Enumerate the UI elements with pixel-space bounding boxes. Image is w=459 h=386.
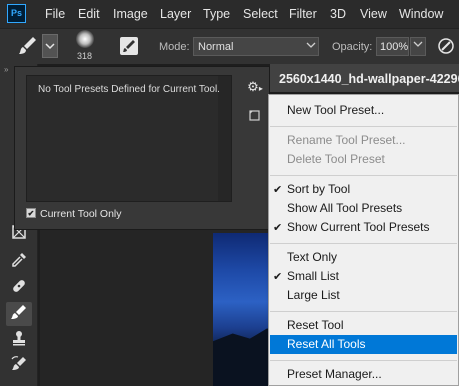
menu-separator <box>270 360 457 361</box>
menu-item-show-all-tool-presets[interactable]: Show All Tool Presets <box>287 199 457 218</box>
menu-item-preset-manager[interactable]: Preset Manager... <box>287 365 457 384</box>
menu-type[interactable]: Type <box>203 7 230 21</box>
brush-size-value: 318 <box>77 51 93 61</box>
opacity-value: 100% <box>380 41 409 53</box>
tool-preset-dropdown[interactable] <box>42 34 58 58</box>
menu-item-delete-tool-preset[interactable]: Delete Tool Preset <box>287 150 457 169</box>
menu-item-small-list[interactable]: Small List <box>287 267 457 286</box>
brush-tool[interactable] <box>6 302 32 326</box>
opacity-label: Opacity: <box>332 41 373 53</box>
menu-separator <box>270 175 457 176</box>
menu-item-sort-by-tool[interactable]: Sort by Tool <box>287 180 457 199</box>
checkmark-icon: ✔ <box>27 209 35 218</box>
brush-icon <box>19 37 36 54</box>
current-tool-only-checkbox[interactable]: ✔ <box>26 208 36 218</box>
bandage-icon <box>13 280 25 292</box>
history-brush-tool[interactable] <box>6 354 32 378</box>
preset-empty-message: No Tool Presets Defined for Current Tool… <box>38 84 220 95</box>
menu-separator <box>270 243 457 244</box>
opacity-slider-dropdown[interactable] <box>410 37 426 56</box>
menu-item-reset-all-tools[interactable]: Reset All Tools <box>287 335 457 354</box>
menu-separator <box>270 126 457 127</box>
menu-select[interactable]: Select <box>243 7 278 21</box>
healing-brush-tool[interactable] <box>6 276 32 300</box>
eyedropper-icon <box>12 253 26 267</box>
menu-filter[interactable]: Filter <box>289 7 317 21</box>
chevron-down-icon <box>413 41 423 47</box>
panel-menu-button[interactable]: ⚙▸ <box>243 77 267 97</box>
pen-pressure-icon <box>438 38 454 54</box>
menu-item-rename-tool-preset[interactable]: Rename Tool Preset... <box>287 131 457 150</box>
menu-layer[interactable]: Layer <box>160 7 191 21</box>
menu-3d[interactable]: 3D <box>330 7 346 21</box>
checkmark-icon: ✔ <box>273 271 283 283</box>
tool-preset-picker-button[interactable] <box>16 34 40 58</box>
new-preset-icon <box>249 110 260 121</box>
brush-panel-icon <box>123 40 135 52</box>
brush-settings-panel-button[interactable] <box>120 37 138 55</box>
history-brush-icon <box>11 356 26 370</box>
menu-item-reset-tool[interactable]: Reset Tool <box>287 316 457 335</box>
menu-edit[interactable]: Edit <box>78 7 100 21</box>
menu-item-text-only[interactable]: Text Only <box>287 248 457 267</box>
brush-tip-preview[interactable] <box>76 30 94 48</box>
checkmark-icon: ✔ <box>273 184 283 196</box>
gear-icon: ⚙ <box>247 79 259 94</box>
chevron-down-icon <box>306 42 316 48</box>
menu-window[interactable]: Window <box>399 7 443 21</box>
menu-item-show-current-tool-presets[interactable]: Show Current Tool Presets <box>287 218 457 237</box>
clone-stamp-tool[interactable] <box>6 328 32 352</box>
menu-item-large-list[interactable]: Large List <box>287 286 457 305</box>
pressure-opacity-button[interactable] <box>436 36 456 56</box>
menu-separator <box>270 311 457 312</box>
current-tool-only-label: Current Tool Only <box>40 208 122 220</box>
menu-view[interactable]: View <box>360 7 387 21</box>
collapse-panel-icon[interactable]: » <box>4 65 8 74</box>
menu-item-new-tool-preset[interactable]: New Tool Preset... <box>287 101 457 120</box>
menu-file[interactable]: File <box>45 7 65 21</box>
chevron-down-icon <box>45 43 55 50</box>
photoshop-logo: Ps <box>7 4 26 23</box>
mode-label: Mode: <box>159 41 190 53</box>
eyedropper-tool[interactable] <box>6 250 32 274</box>
menu-image[interactable]: Image <box>113 7 148 21</box>
stamp-icon <box>13 331 25 346</box>
document-title: 2560x1440_hd-wallpaper-422967.jp <box>279 72 459 86</box>
blend-mode-value: Normal <box>198 41 234 53</box>
new-preset-button[interactable] <box>247 108 261 122</box>
brush-icon <box>11 305 26 319</box>
checkmark-icon: ✔ <box>273 222 283 234</box>
